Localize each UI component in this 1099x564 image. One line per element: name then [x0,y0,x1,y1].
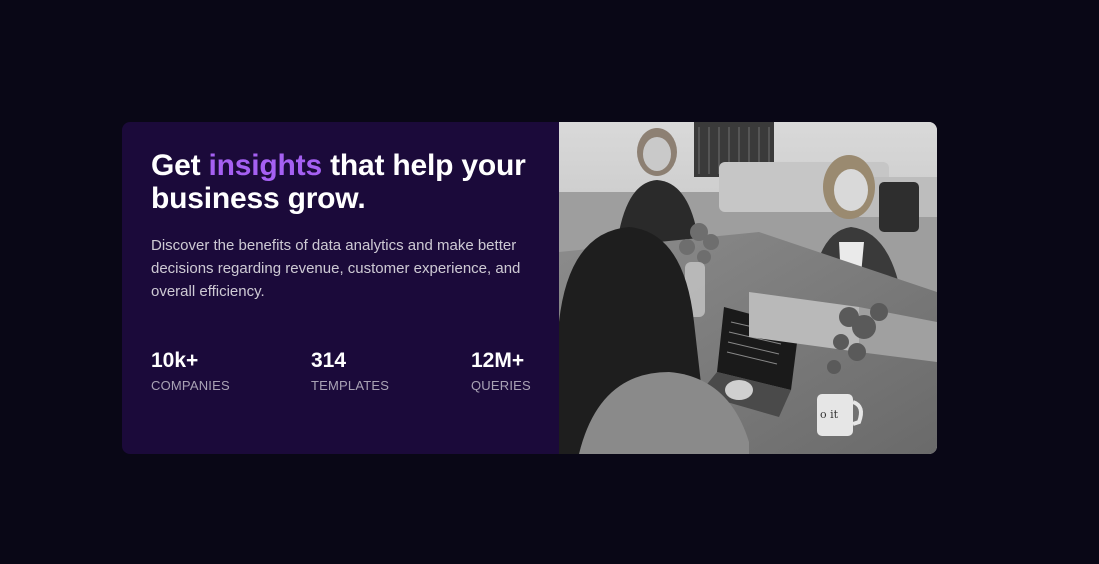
stats-row: 10k+ COMPANIES 314 TEMPLATES 12M+ QUERIE… [151,349,541,399]
stats-preview-card: Get insights that help your business gro… [122,122,937,454]
stat-value: 314 [311,349,347,372]
headline-prefix: Get [151,149,209,182]
card-content: Get insights that help your business gro… [122,122,559,454]
headline-accent: insights [208,149,323,182]
stat-label: QUERIES [471,378,531,393]
stat-queries: 12M+ QUERIES [471,349,531,394]
headline: Get insights that help your business gro… [151,149,541,215]
description: Discover the benefits of data analytics … [151,237,521,300]
photo-illustration: o it [559,122,937,454]
stat-label: TEMPLATES [311,378,390,393]
stat-label: COMPANIES [151,378,230,393]
stat-companies: 10k+ COMPANIES [151,349,230,394]
stat-value: 10k+ [151,349,199,372]
people-working-photo: o it [559,122,937,454]
mug-text: o it [820,408,839,421]
stat-value: 12M+ [471,349,525,372]
stat-templates: 314 TEMPLATES [311,349,389,394]
